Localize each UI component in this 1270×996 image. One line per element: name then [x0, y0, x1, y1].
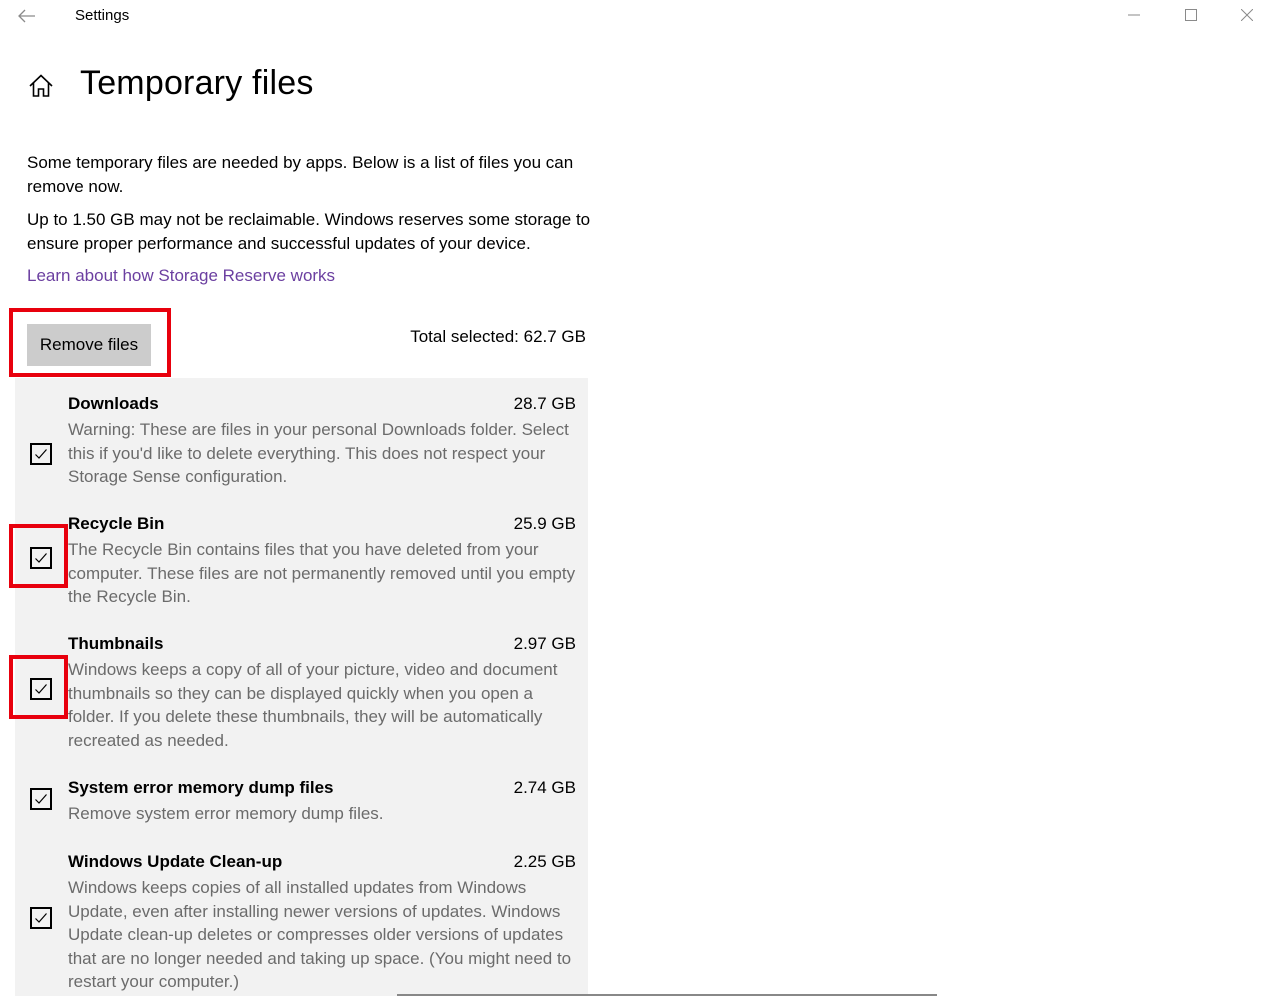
storage-reserve-link[interactable]: Learn about how Storage Reserve works: [27, 266, 335, 286]
checkmark-icon: [35, 913, 47, 923]
total-selected-label: Total selected: 62.7 GB: [410, 327, 586, 346]
highlight-box-recycle-bin-checkbox: [9, 524, 68, 588]
item-size: 28.7 GB: [513, 394, 576, 413]
item-size: 2.25 GB: [513, 852, 576, 871]
home-button[interactable]: [27, 72, 55, 100]
item-name: Thumbnails: [68, 634, 164, 653]
maximize-icon: [1185, 9, 1197, 21]
checkmark-icon: [35, 449, 47, 459]
minimize-button[interactable]: [1111, 0, 1157, 30]
item-description: The Recycle Bin contains files that you …: [68, 540, 576, 606]
close-button[interactable]: [1224, 0, 1270, 30]
maximize-button[interactable]: [1168, 0, 1214, 30]
back-button[interactable]: [12, 4, 42, 28]
item-size: 2.97 GB: [513, 634, 576, 653]
title-bar: Settings: [0, 0, 1270, 32]
item-size: 25.9 GB: [513, 514, 576, 533]
minimize-icon: [1128, 14, 1140, 16]
highlight-box-thumbnails-checkbox: [9, 655, 68, 719]
back-arrow-icon: [18, 9, 35, 23]
checkbox-memory-dump[interactable]: [30, 788, 52, 810]
description-text-2: Up to 1.50 GB may not be reclaimable. Wi…: [27, 210, 591, 253]
home-icon: [29, 74, 53, 97]
item-name: Downloads: [68, 394, 159, 413]
item-description: Windows keeps copies of all installed up…: [68, 878, 572, 991]
highlight-box-remove-button: [9, 308, 171, 377]
temp-files-list: Downloads 28.7 GB Warning: These are fil…: [15, 378, 588, 996]
page-title: Temporary files: [80, 64, 314, 102]
checkmark-icon: [35, 794, 47, 804]
item-description: Remove system error memory dump files.: [68, 804, 384, 823]
item-name: System error memory dump files: [68, 778, 334, 797]
item-description: Windows keeps a copy of all of your pict…: [68, 660, 558, 750]
close-icon: [1241, 9, 1253, 21]
item-size: 2.74 GB: [513, 778, 576, 797]
checkbox-windows-update-cleanup[interactable]: [30, 907, 52, 929]
app-title: Settings: [75, 7, 130, 24]
checkbox-downloads[interactable]: [30, 443, 52, 465]
item-description: Warning: These are files in your persona…: [68, 420, 569, 486]
item-name: Windows Update Clean-up: [68, 852, 283, 871]
item-name: Recycle Bin: [68, 514, 165, 533]
description-text-1: Some temporary files are needed by apps.…: [27, 153, 574, 196]
